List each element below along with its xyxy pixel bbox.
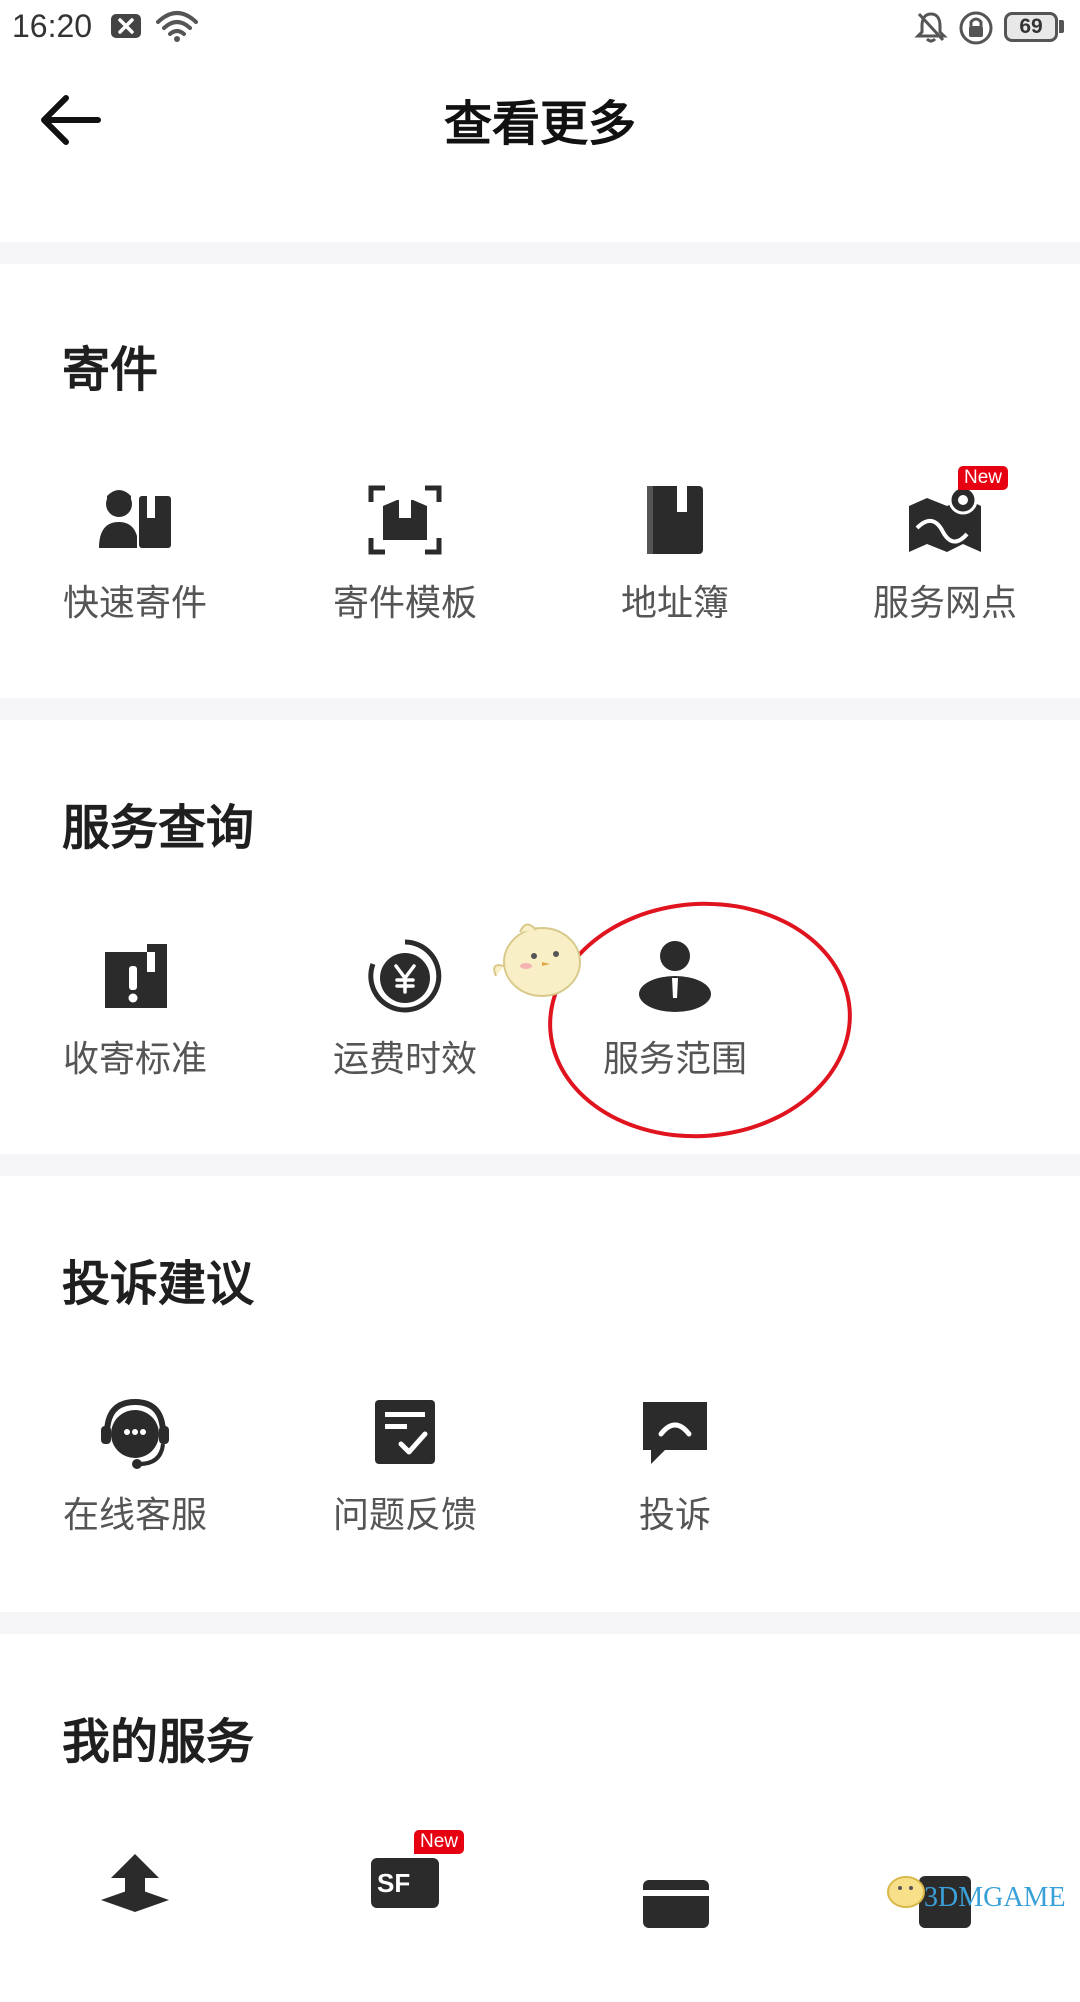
feedback-check-icon bbox=[375, 1400, 435, 1464]
section-divider bbox=[0, 1154, 1080, 1176]
headset-icon bbox=[101, 1398, 169, 1469]
address-book-item[interactable]: 地址簿 bbox=[540, 482, 810, 632]
rotation-lock-icon bbox=[959, 11, 993, 45]
template-scan-icon bbox=[368, 485, 442, 555]
section-divider bbox=[0, 242, 1080, 264]
item-label: 投诉 bbox=[638, 1495, 711, 1536]
status-time: 16:20 bbox=[12, 8, 93, 44]
section-title: 我的服务 bbox=[62, 1714, 255, 1770]
complaint-bubble-icon bbox=[643, 1402, 707, 1464]
my-service-item[interactable] bbox=[810, 1852, 1080, 2002]
section-title: 寄件 bbox=[62, 342, 159, 398]
quick-send-item[interactable]: 快速寄件 bbox=[0, 482, 270, 632]
item-label: 寄件模板 bbox=[332, 583, 477, 624]
map-pin-icon bbox=[909, 485, 981, 552]
new-badge: New bbox=[414, 1830, 465, 1854]
section-title: 服务查询 bbox=[62, 800, 255, 856]
section-title: 投诉建议 bbox=[62, 1256, 255, 1312]
item-label: 运费时效 bbox=[332, 1039, 477, 1080]
battery-tip bbox=[1059, 20, 1064, 33]
complaint-item[interactable]: 投诉 bbox=[540, 1394, 810, 1544]
my-service-item[interactable] bbox=[540, 1852, 810, 2002]
service-outlets-item[interactable]: New 服务网点 bbox=[810, 466, 1080, 632]
battery-icon: 69 bbox=[1004, 12, 1058, 42]
section-divider bbox=[0, 1612, 1080, 1634]
send-template-item[interactable]: 寄件模板 bbox=[270, 482, 540, 632]
my-service-item[interactable] bbox=[0, 1852, 270, 2002]
item-label: 收寄标准 bbox=[62, 1039, 207, 1080]
item-label: 服务网点 bbox=[872, 583, 1017, 624]
new-badge: New bbox=[958, 466, 1009, 490]
section-divider bbox=[0, 698, 1080, 720]
shipping-standards-item[interactable]: 收寄标准 bbox=[0, 938, 270, 1088]
wifi-icon bbox=[156, 11, 198, 42]
notification-close-icon bbox=[111, 14, 141, 38]
item-label: 问题反馈 bbox=[332, 1495, 477, 1536]
card-icon bbox=[643, 1880, 709, 1928]
box-upload-icon bbox=[101, 1854, 169, 1912]
my-service-item[interactable]: SF New bbox=[270, 1830, 540, 2002]
feedback-item[interactable]: 问题反馈 bbox=[270, 1394, 540, 1544]
online-service-item[interactable]: 在线客服 bbox=[0, 1394, 270, 1544]
watermark-text: 3DMGAME bbox=[924, 1882, 1066, 1913]
svg-text:SF: SF bbox=[377, 1868, 410, 1898]
chick-mascot-icon bbox=[493, 923, 581, 997]
status-bar: 16:20 69 bbox=[0, 0, 1080, 56]
item-label: 在线客服 bbox=[62, 1495, 207, 1536]
courier-package-icon bbox=[99, 490, 171, 548]
page-title: 查看更多 bbox=[443, 96, 636, 152]
alert-box-icon bbox=[105, 944, 167, 1008]
sf-card-icon: SF bbox=[371, 1858, 439, 1908]
item-label: 快速寄件 bbox=[62, 583, 207, 624]
address-book-icon bbox=[647, 486, 703, 554]
app-header: 查看更多 bbox=[0, 56, 1080, 184]
watermark-chick-icon bbox=[887, 1876, 925, 1908]
mute-bell-icon bbox=[914, 12, 948, 43]
yen-clock-icon bbox=[368, 939, 442, 1013]
item-label: 地址簿 bbox=[620, 583, 729, 624]
